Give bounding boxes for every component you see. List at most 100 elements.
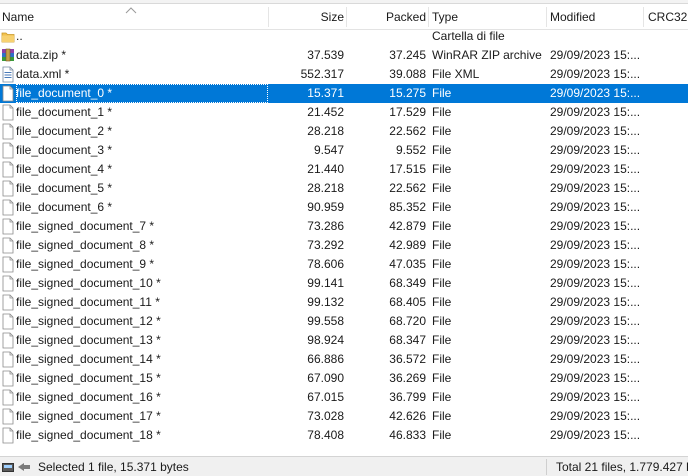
file-row[interactable]: file_signed_document_13 * 98.924 68.347 Fil… <box>0 331 688 350</box>
file-row[interactable]: file_document_5 * 28.218 22.562 File 29/09/2… <box>0 179 688 198</box>
file-size: 78.606 <box>307 257 344 271</box>
file-row[interactable]: file_document_1 * 21.452 17.529 File 29/09/2… <box>0 103 688 122</box>
file-packed-size: 68.349 <box>389 276 426 290</box>
file-crc32 <box>646 122 688 141</box>
file-row[interactable]: file_signed_document_8 * 73.292 42.989 File… <box>0 236 688 255</box>
file-row[interactable]: file_signed_document_12 * 99.558 68.720 Fil… <box>0 312 688 331</box>
file-type: File <box>432 181 452 195</box>
column-divider[interactable] <box>643 7 644 27</box>
file-size: 90.959 <box>307 200 344 214</box>
file-icon <box>1 427 15 444</box>
file-icon <box>1 142 15 159</box>
file-packed-size: 42.626 <box>389 409 426 423</box>
file-modified: 29/09/2023 15:... <box>550 67 641 81</box>
file-size: 9.547 <box>313 143 344 157</box>
file-type: File <box>432 352 452 366</box>
file-row[interactable]: file_signed_document_15 * 67.090 36.269 Fil… <box>0 369 688 388</box>
file-row[interactable]: file_document_6 * 90.959 85.352 File 29/09/2… <box>0 198 688 217</box>
file-packed-size: 36.572 <box>389 352 426 366</box>
file-row[interactable]: file_signed_document_9 * 78.606 47.035 File… <box>0 255 688 274</box>
file-crc32 <box>646 179 688 198</box>
file-crc32 <box>646 331 688 350</box>
file-icon <box>1 294 15 311</box>
file-name: data.xml * <box>16 67 70 81</box>
file-crc32 <box>646 350 688 369</box>
file-modified: 29/09/2023 15:... <box>550 276 641 290</box>
file-name: file_signed_document_18 * <box>16 428 161 442</box>
file-packed-size: 9.552 <box>395 143 426 157</box>
file-size: 73.292 <box>307 238 344 252</box>
file-size: 15.371 <box>307 86 344 100</box>
file-size: 66.886 <box>307 352 344 366</box>
file-icon <box>1 313 15 330</box>
file-crc32 <box>646 312 688 331</box>
folder-up-icon <box>1 28 15 45</box>
file-row[interactable]: file_document_2 * 28.218 22.562 File 29/09/2… <box>0 122 688 141</box>
file-icon <box>1 370 15 387</box>
file-size: 21.440 <box>307 162 344 176</box>
file-size <box>270 27 344 46</box>
file-type: Cartella di file <box>432 29 505 43</box>
file-packed-size: 36.799 <box>389 390 426 404</box>
file-row[interactable]: file_document_0 * 15.371 15.275 File 29/09/2… <box>0 84 688 103</box>
file-icon <box>1 85 15 102</box>
file-size: 37.539 <box>307 48 344 62</box>
file-crc32 <box>646 160 688 179</box>
file-packed-size: 68.347 <box>389 333 426 347</box>
file-modified: 29/09/2023 15:... <box>550 371 641 385</box>
file-size: 99.132 <box>307 295 344 309</box>
file-modified: 29/09/2023 15:... <box>550 390 641 404</box>
column-divider[interactable] <box>428 7 429 27</box>
parent-folder-row[interactable]: .. Cartella di file <box>0 27 688 46</box>
file-row[interactable]: file_signed_document_10 * 99.141 68.349 Fil… <box>0 274 688 293</box>
file-modified: 29/09/2023 15:... <box>550 86 641 100</box>
file-size: 78.408 <box>307 428 344 442</box>
file-icon <box>1 199 15 216</box>
file-packed-size: 42.989 <box>389 238 426 252</box>
file-name: file_signed_document_9 * <box>16 257 155 271</box>
file-type: File <box>432 257 452 271</box>
file-packed-size: 22.562 <box>389 181 426 195</box>
file-row[interactable]: file_signed_document_18 * 78.408 46.833 Fil… <box>0 426 688 445</box>
file-crc32 <box>646 84 688 103</box>
file-row[interactable]: data.zip * 37.539 37.245 WinRAR ZIP archive… <box>0 46 688 65</box>
file-size: 73.286 <box>307 219 344 233</box>
column-divider[interactable] <box>546 7 547 27</box>
file-name: .. <box>16 29 23 43</box>
file-modified: 29/09/2023 15:... <box>550 105 641 119</box>
file-modified: 29/09/2023 15:... <box>550 428 641 442</box>
file-crc32 <box>646 388 688 407</box>
status-bar: Selected 1 file, 15.371 bytes Total 21 f… <box>0 456 688 476</box>
file-packed-size: 85.352 <box>389 200 426 214</box>
file-row[interactable]: file_document_4 * 21.440 17.515 File 29/09/2… <box>0 160 688 179</box>
file-row[interactable]: file_signed_document_17 * 73.028 42.626 Fil… <box>0 407 688 426</box>
file-modified <box>550 27 642 46</box>
file-modified: 29/09/2023 15:... <box>550 200 641 214</box>
file-packed-size: 39.088 <box>389 67 426 81</box>
file-size: 67.015 <box>307 390 344 404</box>
file-size: 99.141 <box>307 276 344 290</box>
file-row[interactable]: file_signed_document_14 * 66.886 36.572 Fil… <box>0 350 688 369</box>
drive-status-icon <box>2 463 30 472</box>
file-modified: 29/09/2023 15:... <box>550 238 641 252</box>
file-packed-size: 46.833 <box>389 428 426 442</box>
file-type: WinRAR ZIP archive <box>432 48 542 62</box>
xml-file-icon <box>1 66 15 83</box>
file-row[interactable]: file_signed_document_16 * 67.015 36.799 Fil… <box>0 388 688 407</box>
file-row[interactable]: file_document_3 * 9.547 9.552 File 29/09/202… <box>0 141 688 160</box>
file-row[interactable]: file_signed_document_7 * 73.286 42.879 File… <box>0 217 688 236</box>
file-row[interactable]: data.xml * 552.317 39.088 File XML 29/09/202… <box>0 65 688 84</box>
file-crc32 <box>646 103 688 122</box>
file-name: file_signed_document_17 * <box>16 409 161 423</box>
file-type: File <box>432 314 452 328</box>
file-type: File <box>432 238 452 252</box>
file-modified: 29/09/2023 15:... <box>550 295 641 309</box>
file-name: file_document_4 * <box>16 162 113 176</box>
column-divider[interactable] <box>268 7 269 27</box>
winrar-archive-icon <box>1 47 15 64</box>
file-size: 99.558 <box>307 314 344 328</box>
file-type: File <box>432 276 452 290</box>
file-row[interactable]: file_signed_document_11 * 99.132 68.405 Fil… <box>0 293 688 312</box>
status-selected-info: Selected 1 file, 15.371 bytes <box>38 460 189 474</box>
file-packed-size <box>346 27 426 46</box>
